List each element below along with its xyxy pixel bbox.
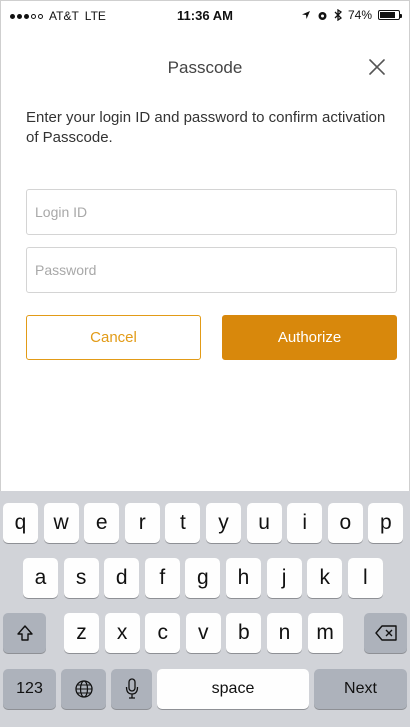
cancel-button[interactable]: Cancel <box>26 315 201 360</box>
key-x[interactable]: x <box>104 613 140 653</box>
key-o[interactable]: o <box>327 503 363 543</box>
key-n[interactable]: n <box>267 613 302 653</box>
login-id-input[interactable] <box>26 189 397 235</box>
next-key[interactable]: Next <box>314 669 407 709</box>
status-bar: AT&T LTE 11:36 AM 74% <box>0 0 410 32</box>
close-button[interactable] <box>366 56 388 78</box>
shift-icon <box>16 625 33 641</box>
alarm-icon <box>318 11 327 20</box>
key-p[interactable]: p <box>368 503 404 543</box>
backspace-icon <box>374 625 397 641</box>
battery-fill <box>380 12 395 18</box>
key-r[interactable]: r <box>124 503 160 543</box>
microphone-icon <box>125 678 138 699</box>
key-k[interactable]: k <box>307 558 343 598</box>
key-q[interactable]: q <box>3 503 38 543</box>
key-u[interactable]: u <box>246 503 282 543</box>
bluetooth-icon <box>334 9 342 21</box>
authorize-button[interactable]: Authorize <box>222 315 397 360</box>
key-i[interactable]: i <box>287 503 323 543</box>
status-right: 74% <box>301 8 402 22</box>
key-f[interactable]: f <box>144 558 180 598</box>
key-j[interactable]: j <box>266 558 302 598</box>
key-e[interactable]: e <box>84 503 120 543</box>
key-d[interactable]: d <box>104 558 140 598</box>
microphone-key[interactable] <box>111 669 152 709</box>
password-input[interactable] <box>26 247 397 293</box>
battery-icon <box>378 10 402 20</box>
key-b[interactable]: b <box>226 613 262 653</box>
keyboard: 123 space Next qwertyuiop asdfghjkl zxcvbn… <box>0 491 410 727</box>
key-z[interactable]: z <box>64 613 99 653</box>
space-key[interactable]: space <box>157 669 309 709</box>
key-y[interactable]: y <box>206 503 241 543</box>
key-h[interactable]: h <box>226 558 261 598</box>
globe-key[interactable] <box>61 669 106 709</box>
nav-bar: Passcode <box>0 40 410 92</box>
key-v[interactable]: v <box>185 613 221 653</box>
key-a[interactable]: a <box>23 558 58 598</box>
battery-percent: 74% <box>347 8 372 22</box>
key-s[interactable]: s <box>63 558 99 598</box>
backspace-key[interactable] <box>364 613 407 653</box>
location-arrow-icon <box>301 11 310 19</box>
key-m[interactable]: m <box>307 613 343 653</box>
shift-key[interactable] <box>3 613 46 653</box>
instructions-text: Enter your login ID and password to conf… <box>26 109 386 146</box>
key-l[interactable]: l <box>347 558 383 598</box>
key-t[interactable]: t <box>165 503 201 543</box>
globe-icon <box>74 680 93 698</box>
close-icon <box>369 59 385 75</box>
key-c[interactable]: c <box>145 613 181 653</box>
page-title: Passcode <box>167 58 243 77</box>
numbers-key[interactable]: 123 <box>3 669 56 709</box>
key-w[interactable]: w <box>43 503 79 543</box>
key-g[interactable]: g <box>185 558 221 598</box>
